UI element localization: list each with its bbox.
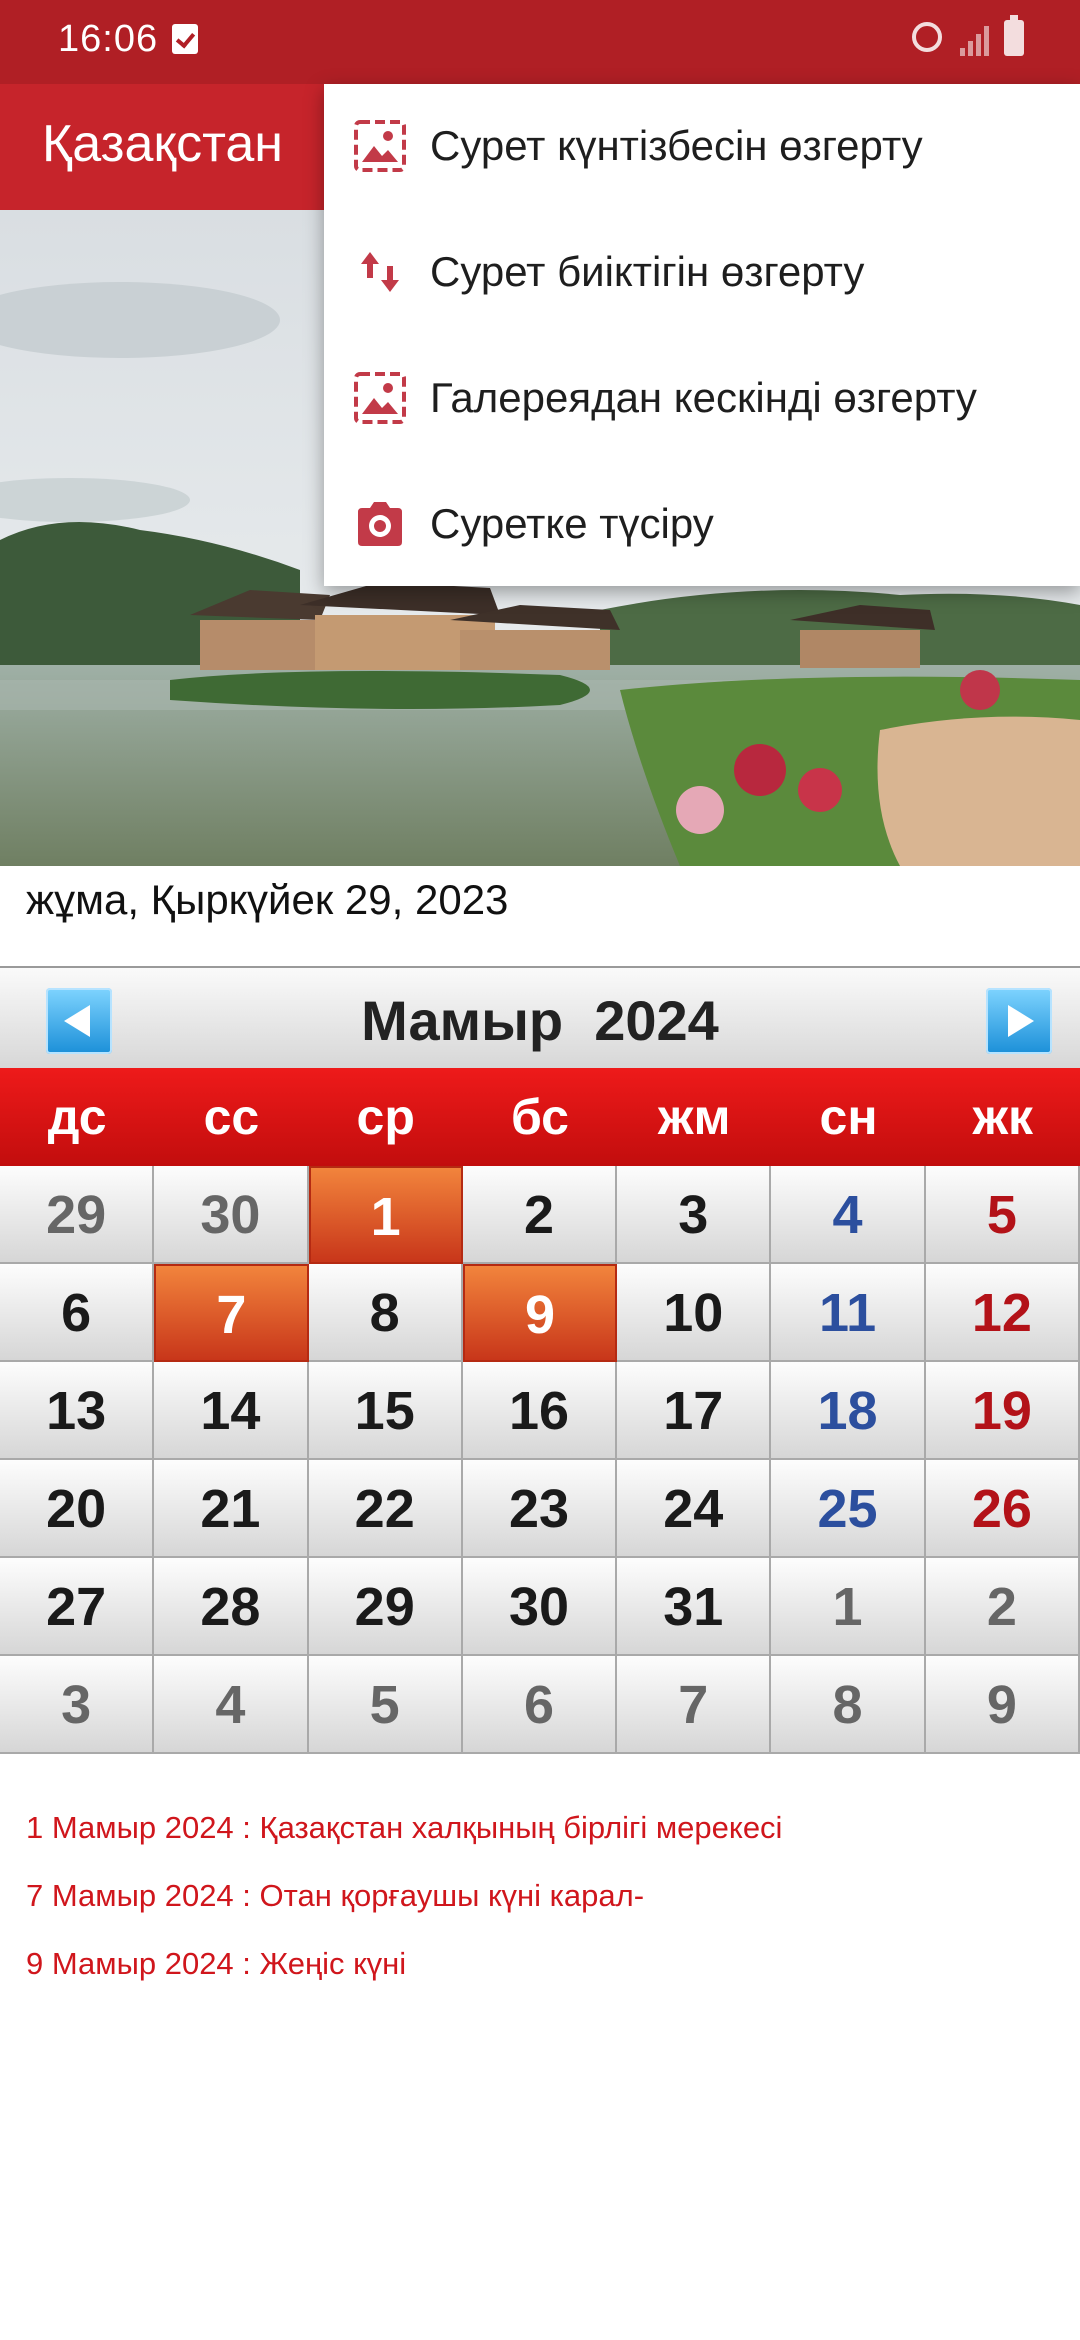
weekday-header: дс сс ср бс жм сн жк: [0, 1068, 1080, 1166]
calendar-day[interactable]: 11: [771, 1264, 926, 1362]
calendar-header: Мамыр 2024: [0, 966, 1080, 1068]
calendar-day[interactable]: 17: [617, 1362, 772, 1460]
holiday-item[interactable]: 9 Мамыр 2024 : Жеңіс күні: [26, 1942, 1056, 2010]
calendar-day[interactable]: 28: [154, 1558, 309, 1656]
calendar-day[interactable]: 29: [0, 1166, 155, 1264]
calendar-day[interactable]: 18: [771, 1362, 926, 1460]
calendar-day-holiday[interactable]: 9: [462, 1264, 618, 1362]
calendar-day[interactable]: 2: [925, 1558, 1080, 1656]
calendar-day[interactable]: 16: [462, 1362, 618, 1460]
calendar-day[interactable]: 13: [0, 1362, 155, 1460]
calendar-day[interactable]: 21: [154, 1460, 309, 1558]
current-date: жұма, Қыркүйек 29, 2023: [26, 876, 509, 923]
holiday-item[interactable]: 1 Мамыр 2024 : Қазақстан халқының бірліг…: [26, 1806, 1056, 1874]
menu-item-label: Суретке түсіру: [430, 500, 714, 547]
menu-item-label: Сурет күнтізбесін өзгерту: [430, 122, 923, 169]
calendar-day[interactable]: 9: [925, 1656, 1080, 1754]
calendar-day[interactable]: 20: [0, 1460, 155, 1558]
status-time: 16:06: [58, 18, 159, 60]
calendar-day[interactable]: 12: [925, 1264, 1080, 1362]
battery-icon: [1004, 15, 1024, 56]
calendar-day[interactable]: 25: [771, 1460, 926, 1558]
holiday-item[interactable]: 7 Мамыр 2024 : Отан қорғаушы күні карал-: [26, 1874, 1056, 1942]
weekday-label: жк: [972, 1089, 1034, 1145]
camera-icon: [358, 502, 402, 546]
calendar-day[interactable]: 23: [462, 1460, 618, 1558]
calendar-day-holiday[interactable]: 7: [154, 1264, 309, 1362]
calendar-day[interactable]: 3: [617, 1166, 772, 1264]
app-title: Қазақстан: [42, 115, 284, 173]
calendar-day[interactable]: 6: [462, 1656, 618, 1754]
swap-vertical-icon: [361, 252, 399, 292]
menu-item-change-from-gallery[interactable]: Галереядан кескінді өзгерту: [324, 336, 1080, 462]
weekday-label: жм: [658, 1089, 731, 1145]
calendar-day[interactable]: 31: [617, 1558, 772, 1656]
calendar-day[interactable]: 7: [617, 1656, 772, 1754]
checkbox-notification-icon: [172, 24, 198, 54]
weekday-label: дс: [47, 1089, 107, 1145]
signal-icon: [960, 22, 996, 56]
calendar-day[interactable]: 15: [308, 1362, 463, 1460]
calendar-day[interactable]: 8: [771, 1656, 926, 1754]
calendar-day[interactable]: 30: [462, 1558, 618, 1656]
calendar-grid: 29 30 1 2 3 4 5 6 7 8 9 10 11 12 13 14 15 16 17 18 19 20 21 22 2…: [0, 1166, 1080, 1754]
weekday-label: бс: [510, 1089, 569, 1145]
calendar-day[interactable]: 4: [771, 1166, 926, 1264]
calendar-day[interactable]: 27: [0, 1558, 155, 1656]
weekday-label: ср: [356, 1089, 415, 1145]
holiday-list: 1 Мамыр 2024 : Қазақстан халқының бірліг…: [26, 1806, 1056, 2010]
calendar-day[interactable]: 6: [0, 1264, 155, 1362]
calendar-day-holiday[interactable]: 1: [308, 1166, 463, 1264]
arrow-right-icon[interactable]: [986, 988, 1052, 1054]
calendar-day[interactable]: 26: [925, 1460, 1080, 1558]
month-title: Мамыр 2024: [361, 989, 719, 1052]
calendar-day[interactable]: 4: [154, 1656, 309, 1754]
calendar-day[interactable]: 2: [462, 1166, 618, 1264]
calendar-day[interactable]: 1: [771, 1558, 926, 1656]
menu-item-label: Галереядан кескінді өзгерту: [430, 374, 977, 421]
calendar-day[interactable]: 3: [0, 1656, 155, 1754]
calendar-day[interactable]: 19: [925, 1362, 1080, 1460]
calendar-day[interactable]: 22: [308, 1460, 463, 1558]
calendar-day[interactable]: 24: [617, 1460, 772, 1558]
calendar-day[interactable]: 10: [617, 1264, 772, 1362]
menu-item-label: Сурет биіктігін өзгерту: [430, 248, 865, 295]
calendar-day[interactable]: 14: [154, 1362, 309, 1460]
image-icon: [354, 120, 406, 172]
options-menu: Сурет күнтізбесін өзгерту Сурет биіктігі…: [324, 84, 1080, 586]
calendar-day[interactable]: 8: [308, 1264, 463, 1362]
calendar-day[interactable]: 5: [308, 1656, 463, 1754]
menu-item-change-picture-calendar[interactable]: Сурет күнтізбесін өзгерту: [324, 84, 1080, 210]
status-bar: 16:06: [0, 0, 1080, 84]
alarm-icon: [912, 22, 942, 52]
calendar-day[interactable]: 5: [925, 1166, 1080, 1264]
weekday-label: сс: [203, 1089, 260, 1145]
menu-item-change-picture-height[interactable]: Сурет биіктігін өзгерту: [324, 210, 1080, 336]
calendar: Мамыр 2024 дс сс ср бс жм сн жк 29 30 1 2 3 4 5 6 7 8 9 1…: [0, 966, 1080, 1754]
menu-item-take-photo[interactable]: Суретке түсіру: [324, 462, 1080, 588]
image-icon: [354, 372, 406, 424]
calendar-day[interactable]: 29: [308, 1558, 463, 1656]
calendar-day[interactable]: 30: [154, 1166, 309, 1264]
weekday-label: сн: [819, 1089, 878, 1145]
